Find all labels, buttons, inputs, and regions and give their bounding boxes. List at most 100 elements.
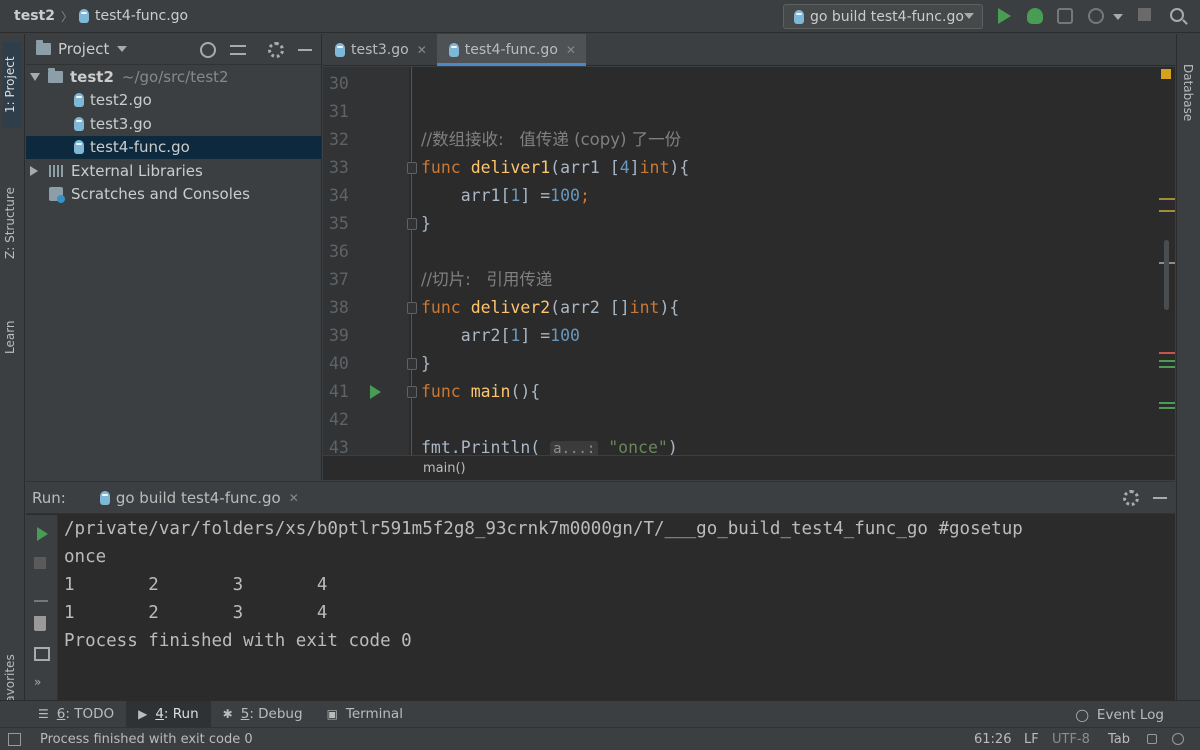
more-icon[interactable]: » — [34, 675, 41, 689]
expand-arrow-icon[interactable] — [30, 72, 40, 81]
line-separator[interactable]: LF — [1024, 732, 1039, 747]
indent-setting[interactable]: Tab — [1108, 732, 1130, 747]
code-editor[interactable]: 30 31 32 //数组接收: 值传递 (copy) 了一份 33 func … — [323, 67, 1175, 455]
tool-window-terminal[interactable]: ▣ Terminal — [315, 701, 415, 728]
run-configuration-select[interactable]: go build test4-func.go — [783, 4, 983, 29]
code-line[interactable]: 35 } — [323, 210, 1163, 238]
run-tab[interactable]: go build test4-func.go ✕ — [92, 482, 307, 514]
close-icon[interactable]: ✕ — [289, 491, 299, 505]
code-line[interactable]: 42 — [323, 406, 1163, 434]
locate-file-icon[interactable] — [200, 42, 216, 58]
status-message[interactable]: Process finished with exit code 0 — [40, 732, 253, 747]
scroll-to-end-icon[interactable] — [34, 588, 48, 602]
code-line[interactable]: 36 — [323, 238, 1163, 266]
change-marker[interactable] — [1159, 407, 1175, 409]
code-line[interactable]: 41 func main(){ — [323, 378, 1163, 406]
code-line[interactable]: 40 } — [323, 350, 1163, 378]
tree-item-file[interactable]: test3.go — [26, 112, 321, 136]
todo-icon: ☰ — [38, 707, 49, 721]
tool-tab-learn[interactable]: Learn — [3, 299, 17, 354]
error-marker[interactable] — [1159, 352, 1175, 354]
tool-tab-structure[interactable]: Z: Structure — [3, 149, 17, 259]
tool-window-run[interactable]: ▶ 4: Run — [126, 700, 211, 728]
lock-icon[interactable] — [1147, 734, 1157, 744]
tool-window-debug[interactable]: ✱ 5: Debug — [211, 701, 315, 728]
code-keyword: func — [421, 382, 461, 401]
change-marker[interactable] — [1159, 402, 1175, 404]
code-line[interactable]: 39 arr2[1] =100 — [323, 322, 1163, 350]
editor-tab[interactable]: test3.go ✕ — [323, 34, 437, 65]
breadcrumb-project[interactable]: test2 — [14, 8, 55, 24]
layout-icon[interactable] — [34, 647, 50, 661]
run-gutter-icon[interactable] — [370, 385, 381, 399]
code-line[interactable]: 31 — [323, 98, 1163, 126]
tool-window-label: : Debug — [249, 706, 303, 722]
tree-item-project-root[interactable]: test2 ~/go/src/test2 — [26, 65, 321, 89]
close-icon[interactable]: ✕ — [566, 43, 576, 57]
code-line[interactable]: 30 — [323, 70, 1163, 98]
stop-icon[interactable] — [34, 557, 46, 569]
debug-icon[interactable] — [1027, 8, 1043, 24]
warning-marker[interactable] — [1159, 198, 1175, 200]
event-log-button[interactable]: ◯ Event Log — [1075, 701, 1164, 728]
caret-position[interactable]: 61:26 — [974, 732, 1011, 747]
fold-icon[interactable] — [407, 358, 417, 370]
collapse-all-icon[interactable] — [230, 45, 246, 55]
code-comment: //数组接收: 值传递 (copy) 了一份 — [421, 130, 682, 149]
hide-panel-icon[interactable] — [298, 49, 312, 51]
change-marker[interactable] — [1159, 366, 1175, 368]
code-string: "once" — [608, 438, 668, 455]
fold-icon[interactable] — [407, 386, 417, 398]
rerun-icon[interactable] — [37, 527, 48, 541]
trash-icon[interactable] — [34, 616, 46, 631]
code-line[interactable]: 33 func deliver1(arr1 [4]int){ — [323, 154, 1163, 182]
code-line[interactable]: 37 //切片: 引用传递 — [323, 266, 1163, 294]
editor-tab-active[interactable]: test4-func.go ✕ — [436, 34, 587, 66]
tool-tab-project[interactable]: 1: Project — [3, 42, 22, 128]
project-view-select[interactable]: Project — [58, 40, 109, 58]
search-icon[interactable] — [1170, 8, 1184, 22]
run-with-coverage-icon[interactable] — [1057, 8, 1073, 24]
chevron-down-icon[interactable] — [1113, 14, 1123, 20]
code-line[interactable]: 43 fmt.Println( a...: "once") — [323, 434, 1163, 455]
fold-icon[interactable] — [407, 162, 417, 174]
code-line[interactable]: 34 arr1[1] =100; — [323, 182, 1163, 210]
gear-icon[interactable] — [268, 42, 284, 58]
code-text: ){ — [669, 158, 690, 177]
console-line: Process finished with exit code 0 — [64, 631, 412, 651]
profile-icon[interactable] — [1088, 8, 1104, 24]
tool-window-todo[interactable]: ☰ 6: TODO — [26, 701, 126, 728]
code-line[interactable]: 38 func deliver2(arr2 []int){ — [323, 294, 1163, 322]
code-line[interactable]: 32 //数组接收: 值传递 (copy) 了一份 — [323, 126, 1163, 154]
error-stripe[interactable] — [1159, 67, 1175, 455]
tree-item-file[interactable]: test2.go — [26, 89, 321, 113]
inspector-icon[interactable] — [1172, 733, 1184, 745]
scope-breadcrumb[interactable]: main() — [323, 455, 1175, 480]
tool-window-label: : Run — [163, 706, 199, 722]
editor-scrollbar[interactable] — [1164, 240, 1169, 310]
warning-marker[interactable] — [1159, 210, 1175, 212]
close-icon[interactable]: ✕ — [417, 43, 427, 57]
tree-item-file-selected[interactable]: test4-func.go — [26, 135, 321, 159]
stop-icon[interactable] — [1138, 8, 1151, 21]
tree-item-scratches[interactable]: Scratches and Consoles — [26, 183, 321, 207]
tool-tab-database[interactable]: Database — [1181, 64, 1195, 121]
fold-icon[interactable] — [407, 218, 417, 230]
file-encoding[interactable]: UTF-8 — [1052, 732, 1090, 747]
expand-arrow-icon[interactable] — [30, 165, 38, 176]
warning-indicator-icon[interactable] — [1161, 69, 1171, 79]
breadcrumb-file[interactable]: test4-func.go — [95, 8, 188, 24]
project-view-icon — [36, 40, 51, 55]
gear-icon[interactable] — [1123, 490, 1139, 506]
code-number: 100 — [550, 326, 580, 345]
toggle-tool-windows-icon[interactable] — [8, 733, 21, 746]
console-line: /private/var/folders/xs/b0ptlr591m5f2g8_… — [64, 519, 1023, 539]
console-output[interactable]: /private/var/folders/xs/b0ptlr591m5f2g8_… — [64, 515, 1164, 701]
fold-icon[interactable] — [407, 302, 417, 314]
change-marker[interactable] — [1159, 360, 1175, 362]
run-icon[interactable] — [998, 8, 1011, 24]
hide-panel-icon[interactable] — [1153, 497, 1167, 499]
chevron-down-icon[interactable] — [117, 46, 128, 52]
tree-item-external-libraries[interactable]: External Libraries — [26, 159, 321, 183]
